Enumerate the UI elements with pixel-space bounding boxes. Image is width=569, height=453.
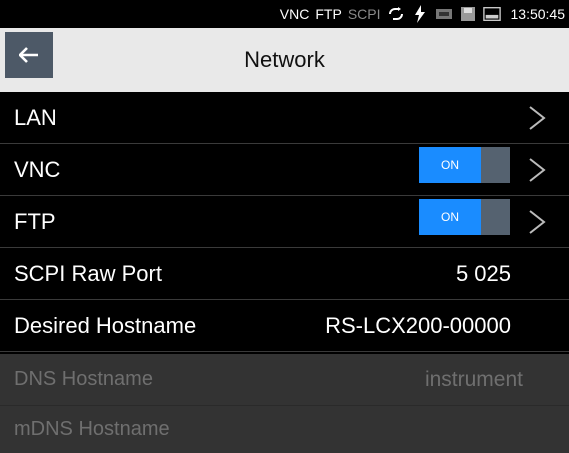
desired-hostname-value: RS-LCX200-00000	[325, 312, 511, 338]
chevron-right-icon	[529, 158, 546, 182]
vnc-toggle[interactable]: ON	[419, 147, 510, 183]
toggle-knob	[481, 199, 510, 235]
ftp-status: FTP	[315, 6, 342, 22]
ftp-toggle[interactable]: ON	[419, 199, 510, 235]
status-bar: VNC FTP SCPI 13:50:45	[0, 0, 569, 28]
lan-label: LAN	[14, 104, 57, 130]
toggle-knob	[481, 147, 510, 183]
row-vnc[interactable]: VNC ON	[0, 144, 569, 196]
remote-loop-icon	[387, 5, 405, 23]
ftp-toggle-state: ON	[419, 199, 481, 235]
mdns-hostname-label: mDNS Hostname	[14, 418, 170, 440]
gpib-icon	[435, 5, 453, 23]
vnc-toggle-state: ON	[419, 147, 481, 183]
display-icon	[482, 5, 501, 23]
page-title: Network	[244, 47, 325, 72]
vnc-status: VNC	[279, 6, 310, 22]
row-ftp[interactable]: FTP ON	[0, 196, 569, 248]
scpi-status: SCPI	[347, 6, 381, 22]
dns-hostname-value: instrument	[424, 367, 523, 391]
row-dns-hostname: DNS Hostname instrument	[0, 354, 569, 406]
row-mdns-hostname: mDNS Hostname	[0, 406, 569, 453]
lightning-icon	[411, 5, 429, 23]
row-scpi-raw-port[interactable]: SCPI Raw Port 5 025	[0, 248, 569, 300]
row-desired-hostname[interactable]: Desired Hostname RS-LCX200-00000	[0, 300, 569, 352]
chevron-right-icon	[529, 106, 546, 130]
back-button[interactable]	[5, 32, 53, 78]
row-lan[interactable]: LAN	[0, 92, 569, 144]
arrow-left-icon	[19, 47, 38, 63]
chevron-right-icon	[529, 210, 546, 234]
clock: 13:50:45	[510, 6, 566, 22]
scpi-raw-port-value: 5 025	[455, 260, 511, 286]
save-icon	[459, 5, 477, 23]
page-header: Network	[0, 28, 569, 92]
